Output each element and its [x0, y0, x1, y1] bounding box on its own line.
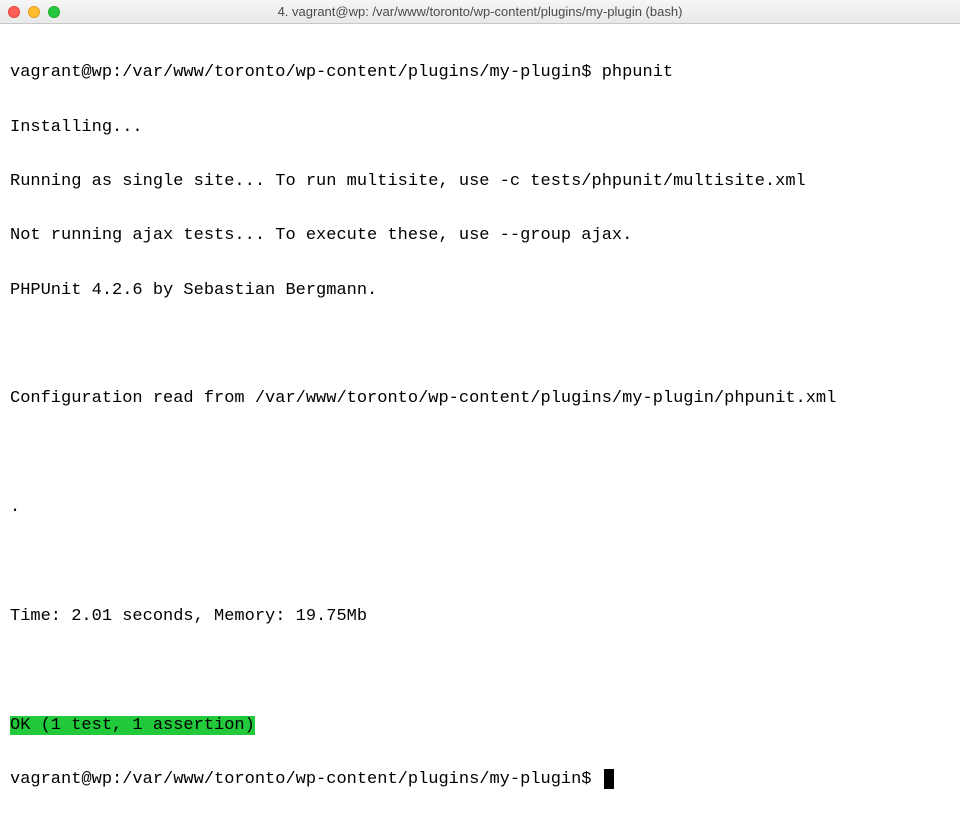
terminal-line: Installing... [10, 114, 950, 141]
maximize-icon[interactable] [48, 6, 60, 18]
cursor-icon [604, 769, 614, 789]
terminal-blank-line [10, 331, 950, 358]
terminal-line: vagrant@wp:/var/www/toronto/wp-content/p… [10, 59, 950, 86]
terminal-output[interactable]: vagrant@wp:/var/www/toronto/wp-content/p… [0, 24, 960, 828]
terminal-line: PHPUnit 4.2.6 by Sebastian Bergmann. [10, 277, 950, 304]
terminal-blank-line [10, 549, 950, 576]
terminal-line: Configuration read from /var/www/toronto… [10, 385, 950, 412]
terminal-line: Running as single site... To run multisi… [10, 168, 950, 195]
window-title: 4. vagrant@wp: /var/www/toronto/wp-conte… [0, 4, 960, 19]
terminal-line: Not running ajax tests... To execute the… [10, 222, 950, 249]
terminal-line: vagrant@wp:/var/www/toronto/wp-content/p… [10, 766, 950, 793]
shell-command: phpunit [602, 63, 673, 82]
terminal-line: OK (1 test, 1 assertion) [10, 712, 950, 739]
shell-prompt: vagrant@wp:/var/www/toronto/wp-content/p… [10, 63, 602, 82]
terminal-line: . [10, 494, 950, 521]
terminal-blank-line [10, 440, 950, 467]
terminal-blank-line [10, 657, 950, 684]
minimize-icon[interactable] [28, 6, 40, 18]
shell-prompt: vagrant@wp:/var/www/toronto/wp-content/p… [10, 770, 602, 789]
terminal-line: Time: 2.01 seconds, Memory: 19.75Mb [10, 603, 950, 630]
window-titlebar: 4. vagrant@wp: /var/www/toronto/wp-conte… [0, 0, 960, 24]
close-icon[interactable] [8, 6, 20, 18]
traffic-lights [8, 6, 60, 18]
test-result-ok: OK (1 test, 1 assertion) [10, 716, 255, 735]
